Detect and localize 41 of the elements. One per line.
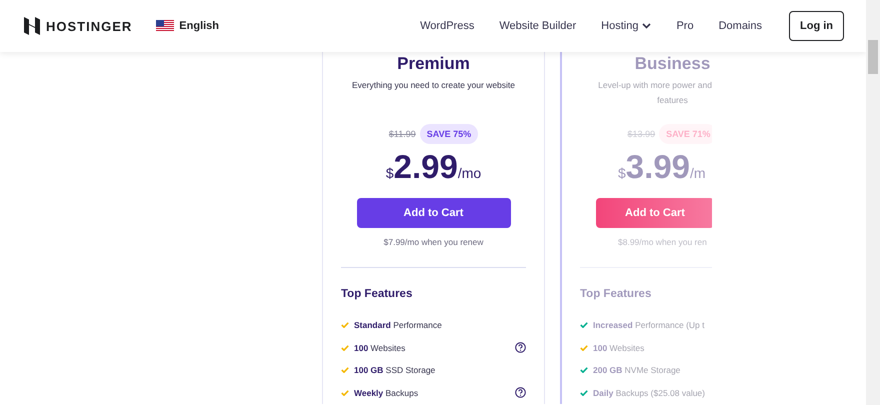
plan-description: Level-up with more power and — [598, 79, 712, 92]
price-period: /m — [690, 165, 706, 181]
feature-text: 100 Websites — [593, 342, 646, 353]
feature-text: Standard Performance — [354, 320, 443, 330]
renewal-price: $7.99/mo when you renew — [384, 237, 484, 247]
feature-text: Increased Performance (Up t — [593, 320, 706, 330]
currency-symbol: $ — [386, 165, 394, 181]
flag-icon — [156, 20, 174, 32]
plan-description: features — [657, 94, 688, 107]
price: 3.99 — [626, 148, 690, 186]
nav-link[interactable]: Hosting — [601, 20, 652, 32]
nav-link[interactable]: Pro — [676, 20, 694, 32]
nav-link[interactable]: Website Builder — [499, 20, 576, 32]
feature-text: 100 Websites — [354, 342, 406, 353]
brand-name: HOSTINGER — [46, 18, 132, 34]
price-period: /mo — [458, 165, 482, 181]
plan-name: Premium — [397, 54, 470, 74]
feature-text: 100 GB SSD Storage — [354, 365, 436, 376]
plan-name: Business — [634, 54, 710, 74]
feature-text: Weekly Backups — [354, 388, 420, 398]
scrollbar-thumb[interactable] — [868, 40, 878, 74]
discount-badge: SAVE 71% — [659, 124, 712, 144]
price: 2.99 — [394, 148, 458, 186]
features-heading: Top Features — [341, 288, 412, 300]
add-to-cart-button[interactable]: Add to Cart — [356, 198, 510, 228]
help-icon[interactable] — [515, 387, 526, 398]
login-button[interactable]: Log in — [789, 11, 844, 41]
currency-symbol: $ — [618, 165, 626, 181]
plan-description: Everything you need to create your website — [352, 79, 515, 92]
old-price: $11.99 — [388, 129, 416, 139]
discount-badge: SAVE 75% — [420, 124, 478, 144]
nav-link[interactable]: Domains — [718, 20, 762, 32]
nav-link[interactable]: WordPress — [420, 20, 474, 32]
renewal-price: $8.99/mo when you ren — [618, 237, 707, 247]
features-heading: Top Features — [580, 288, 652, 300]
language-selector[interactable]: English — [156, 20, 220, 32]
feature-text: Daily Backups ($25.08 value) — [593, 388, 706, 398]
logo-icon — [24, 17, 40, 35]
chevron-down-icon — [642, 23, 652, 29]
help-icon[interactable] — [515, 342, 526, 354]
feature-text: 200 GB NVMe Storage — [593, 365, 682, 376]
